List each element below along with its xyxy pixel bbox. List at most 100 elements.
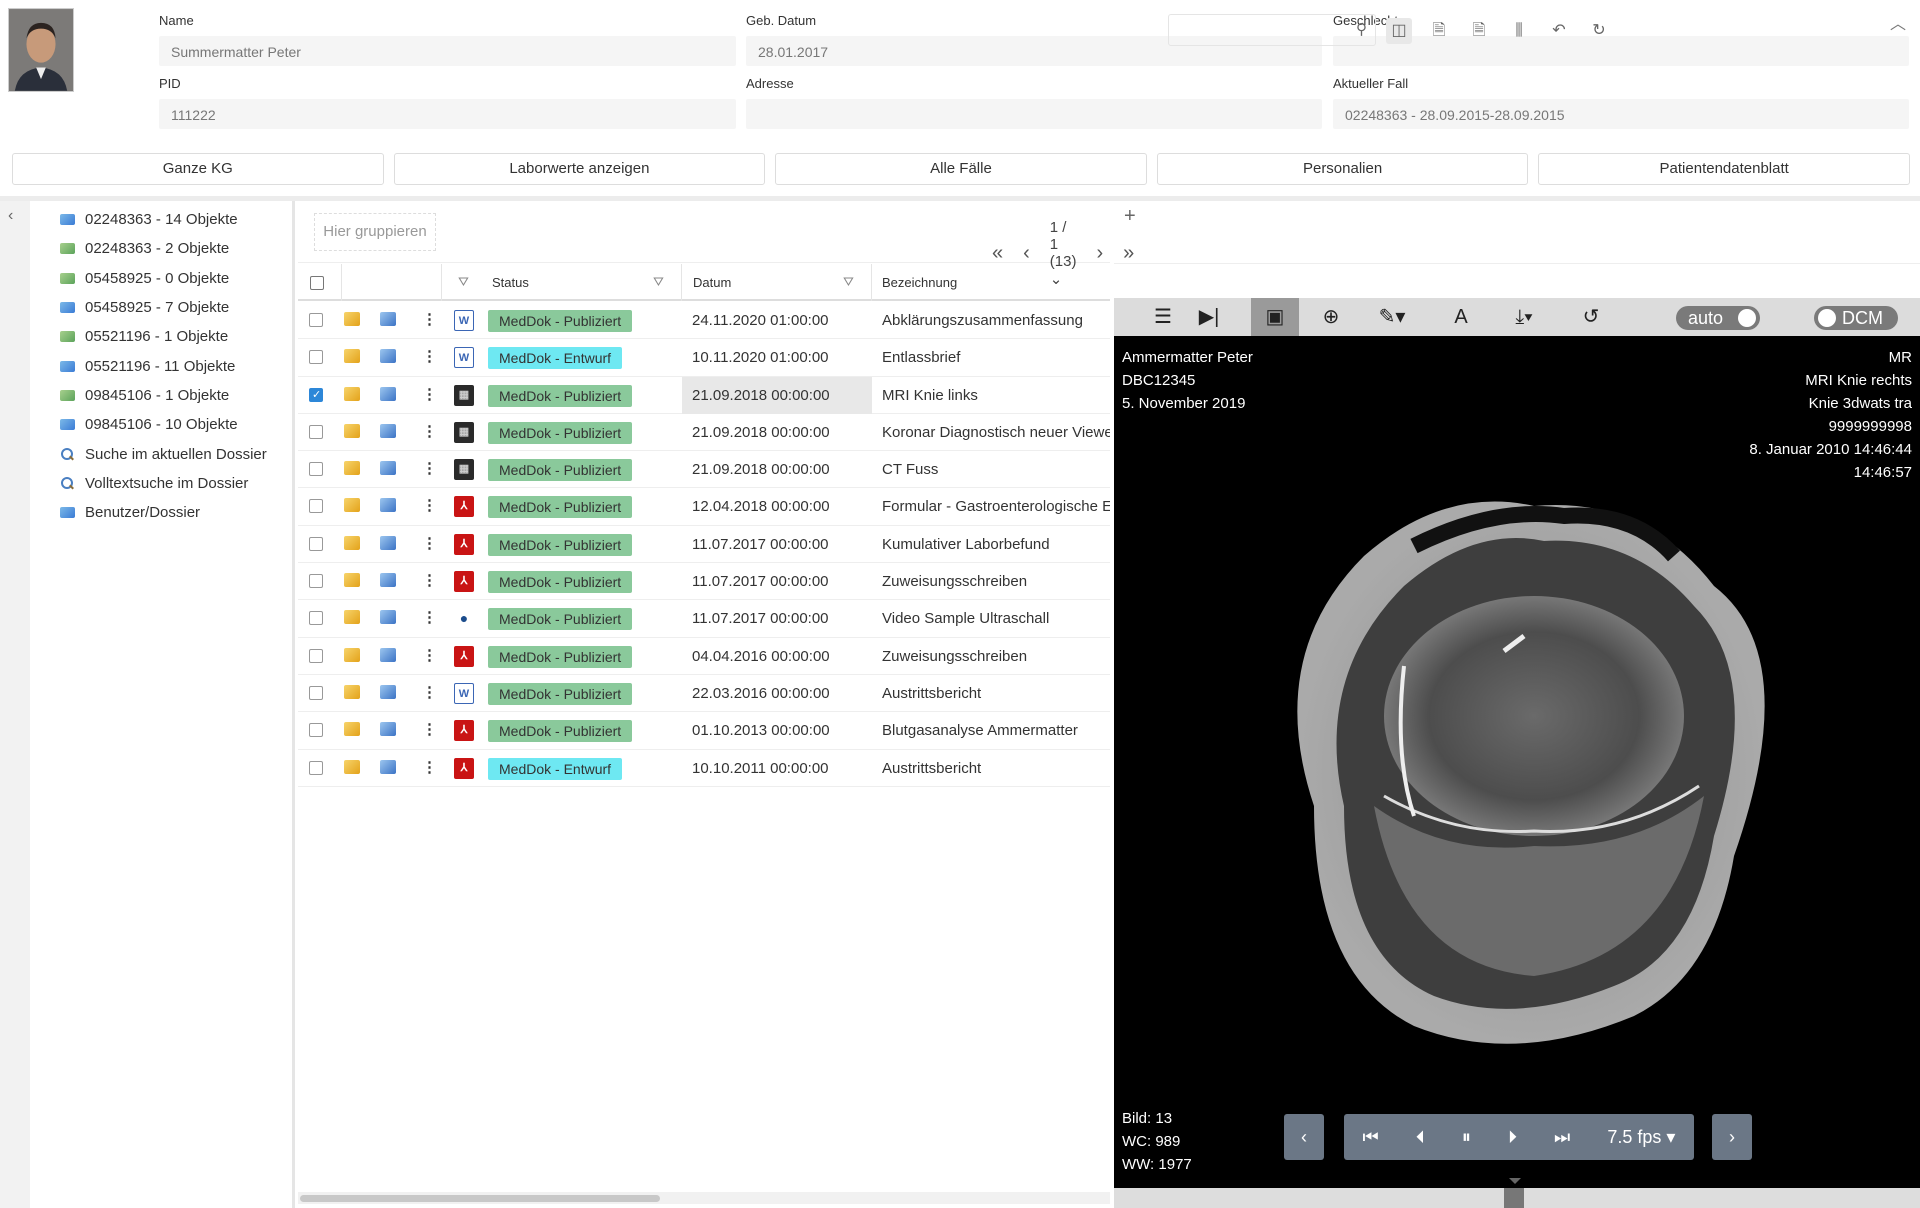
row-checkbox[interactable] <box>309 350 323 365</box>
more-icon[interactable]: ⋮ <box>422 534 437 552</box>
tree-item[interactable]: Benutzer/Dossier <box>60 498 267 527</box>
folder-icon[interactable] <box>344 759 360 774</box>
prev-page-icon[interactable]: ‹ <box>1023 242 1030 265</box>
row-checkbox[interactable] <box>309 499 323 514</box>
share-icon[interactable] <box>380 386 396 401</box>
tree-item[interactable]: 05521196 - 1 Objekte <box>60 322 267 351</box>
more-icon[interactable]: ⋮ <box>422 608 437 626</box>
image-icon[interactable]: ▣ <box>1251 298 1299 336</box>
share-icon[interactable] <box>380 349 396 364</box>
ganze-kg-button[interactable]: Ganze KG <box>12 153 384 185</box>
tree-item[interactable]: 02248363 - 2 Objekte <box>60 234 267 263</box>
table-row[interactable]: ⋮ ⅄ MedDok - Publiziert 11.07.2017 00:00:00… <box>298 526 1110 564</box>
pid-input[interactable]: 111222 <box>159 99 736 129</box>
share-icon[interactable] <box>380 647 396 662</box>
case-input[interactable]: 02248363 - 28.09.2015-28.09.2015 <box>1333 99 1909 129</box>
horizontal-scrollbar[interactable] <box>298 1192 1110 1204</box>
tree-item[interactable]: 02248363 - 14 Objekte <box>60 205 267 234</box>
table-row[interactable]: ⋮ ⅄ MedDok - Publiziert 04.04.2016 00:00:00… <box>298 638 1110 675</box>
tree-item[interactable]: 09845106 - 1 Objekte <box>60 381 267 410</box>
menu-icon[interactable]: ☰ <box>1140 298 1186 336</box>
pdf-export-icon[interactable]: 🗎 <box>1426 18 1452 44</box>
alle-faelle-button[interactable]: Alle Fälle <box>775 153 1147 185</box>
dcm-toggle[interactable]: DCM <box>1814 306 1898 330</box>
more-icon[interactable]: ⋮ <box>422 683 437 701</box>
table-row[interactable]: ⋮ W MedDok - Publiziert 22.03.2016 00:00:00… <box>298 675 1110 713</box>
col-name[interactable]: Bezeichnung <box>882 275 957 290</box>
table-row[interactable]: ⋮ ⅄ MedDok - Entwurf 10.10.2011 00:00:00 Aus… <box>298 750 1110 787</box>
table-row[interactable]: ⋮ ▦ MedDok - Publiziert 21.09.2018 00:00:00… <box>298 414 1110 452</box>
row-checkbox[interactable] <box>309 648 323 663</box>
frame-slider[interactable] <box>1114 1178 1920 1208</box>
excel-export-icon[interactable]: 🗎 <box>1466 18 1492 44</box>
share-icon[interactable] <box>380 684 396 699</box>
play-next-icon[interactable]: ▶| <box>1186 298 1232 336</box>
rotate-icon[interactable]: ↺ <box>1568 298 1614 336</box>
more-icon[interactable]: ⋮ <box>422 310 437 328</box>
auto-toggle[interactable]: auto <box>1676 306 1760 330</box>
next-frame-icon[interactable]: ⏵ <box>1508 1114 1517 1160</box>
table-row[interactable]: ⋮ W MedDok - Entwurf 10.11.2020 01:00:00 Ent… <box>298 339 1110 377</box>
address-input[interactable] <box>746 99 1322 129</box>
row-checkbox[interactable] <box>309 685 323 700</box>
laborwerte-button[interactable]: Laborwerte anzeigen <box>393 153 766 185</box>
row-checkbox[interactable] <box>309 387 323 402</box>
share-icon[interactable] <box>380 423 396 438</box>
folder-icon[interactable] <box>344 684 360 699</box>
row-checkbox[interactable] <box>309 723 323 738</box>
chevron-up-icon[interactable]: ︿ <box>1890 10 1906 34</box>
folder-icon[interactable] <box>344 386 360 401</box>
next-page-icon[interactable]: › <box>1096 242 1103 265</box>
row-checkbox[interactable] <box>309 424 323 439</box>
more-icon[interactable]: ⋮ <box>422 758 437 776</box>
row-checkbox[interactable] <box>309 462 323 477</box>
share-icon[interactable] <box>380 498 396 513</box>
col-date[interactable]: Datum <box>693 275 731 290</box>
more-icon[interactable]: ⋮ <box>422 422 437 440</box>
row-checkbox[interactable] <box>309 760 323 775</box>
refresh-icon[interactable]: ↻ <box>1586 18 1612 44</box>
folder-icon[interactable] <box>344 722 360 737</box>
scrollbar-thumb[interactable] <box>300 1195 660 1202</box>
undo-icon[interactable]: ↶ <box>1546 18 1572 44</box>
last-frame-icon[interactable]: ⏭ <box>1554 1114 1570 1160</box>
share-icon[interactable] <box>380 573 396 588</box>
tree-item[interactable]: 05458925 - 0 Objekte <box>60 264 267 293</box>
first-page-icon[interactable]: « <box>992 242 1003 265</box>
more-icon[interactable]: ⋮ <box>422 459 437 477</box>
first-frame-icon[interactable]: ⏮ <box>1363 1114 1379 1160</box>
select-all-checkbox[interactable] <box>310 276 324 290</box>
tree-item[interactable]: 05521196 - 11 Objekte <box>60 351 267 380</box>
share-icon[interactable] <box>380 461 396 476</box>
download-dropdown-icon[interactable]: ⤓▾ <box>1496 298 1552 336</box>
row-checkbox[interactable] <box>309 313 323 327</box>
folder-icon[interactable] <box>344 610 360 625</box>
table-row[interactable]: ⋮ ⅄ MedDok - Publiziert 01.10.2013 00:00:00… <box>298 712 1110 750</box>
share-icon[interactable] <box>380 535 396 550</box>
share-icon[interactable] <box>380 312 396 326</box>
personalien-button[interactable]: Personalien <box>1156 153 1529 185</box>
patientendatenblatt-button[interactable]: Patientendatenblatt <box>1538 153 1910 185</box>
folder-icon[interactable] <box>344 535 360 550</box>
share-icon[interactable] <box>380 722 396 737</box>
table-row[interactable]: ⋮ ● MedDok - Publiziert 11.07.2017 00:00:00… <box>298 600 1110 638</box>
slider-thumb[interactable] <box>1504 1188 1524 1208</box>
pause-icon[interactable]: ⏸ <box>1462 1114 1471 1160</box>
tree-item[interactable]: Suche im aktuellen Dossier <box>60 439 267 468</box>
more-icon[interactable]: ⋮ <box>422 385 437 403</box>
zoom-icon[interactable]: ⊕ <box>1308 298 1354 336</box>
tree-item[interactable]: 05458925 - 7 Objekte <box>60 293 267 322</box>
tree-item[interactable]: Volltextsuche im Dossier <box>60 469 267 498</box>
next-series-button[interactable]: › <box>1712 1114 1752 1160</box>
table-row[interactable]: ⋮ ⅄ MedDok - Publiziert 11.07.2017 00:00:00… <box>298 563 1110 601</box>
more-icon[interactable]: ⋮ <box>422 571 437 589</box>
row-checkbox[interactable] <box>309 536 323 551</box>
table-row[interactable]: ⋮ ⅄ MedDok - Publiziert 12.04.2018 00:00:00… <box>298 488 1110 526</box>
row-checkbox[interactable] <box>309 611 323 626</box>
table-row[interactable]: ⋮ ▦ MedDok - Publiziert 21.09.2018 00:00:00… <box>298 451 1110 489</box>
folder-icon[interactable] <box>344 647 360 662</box>
more-icon[interactable]: ⋮ <box>422 720 437 738</box>
fps-select[interactable]: 7.5 fps ▾ <box>1607 1114 1675 1160</box>
tools-dropdown-icon[interactable]: ✎▾ <box>1364 298 1420 336</box>
columns-icon[interactable]: ⫼ <box>1506 18 1532 44</box>
